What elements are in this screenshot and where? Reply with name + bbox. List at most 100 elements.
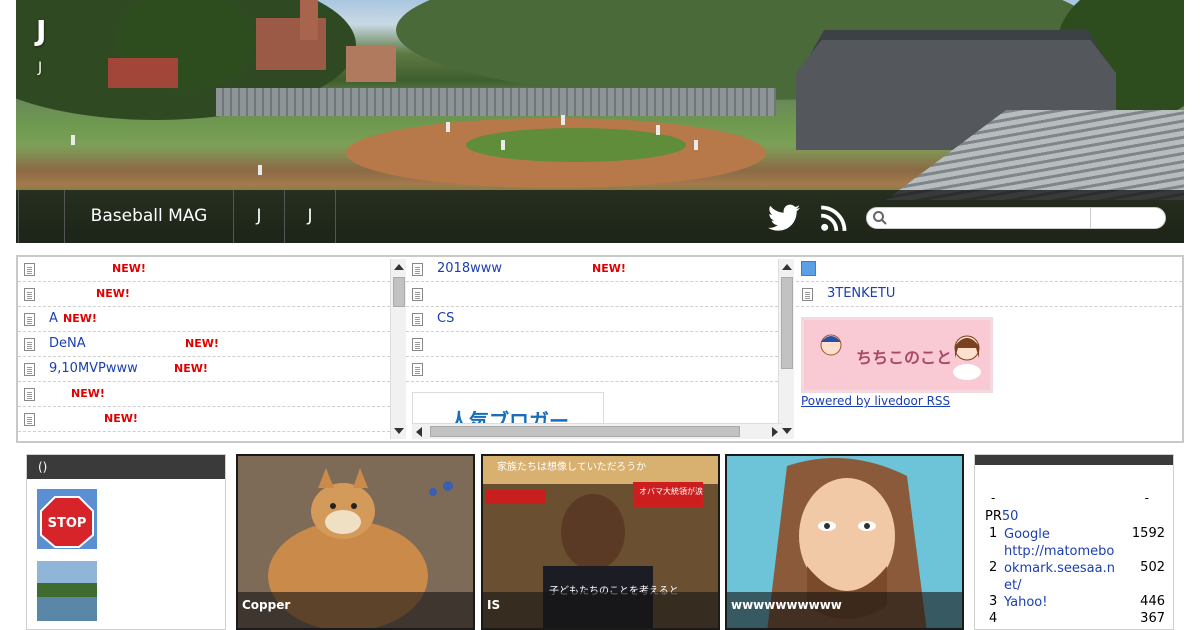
scrollbar-left[interactable] xyxy=(390,259,406,439)
search-input[interactable] xyxy=(892,209,1088,227)
document-icon xyxy=(24,413,35,426)
document-icon xyxy=(24,288,35,301)
pr-count[interactable]: 50 xyxy=(1002,509,1019,524)
new-badge: NEW! xyxy=(185,337,219,350)
rank-count: 1592 xyxy=(1131,526,1165,541)
list-item[interactable]: NEW! xyxy=(18,282,390,307)
list-item[interactable]: 3TENKETU xyxy=(796,282,1182,307)
new-badge: NEW! xyxy=(104,412,138,425)
site-subtitle: J xyxy=(38,60,43,76)
nav-item-home[interactable] xyxy=(18,190,65,243)
list-item[interactable] xyxy=(406,282,778,307)
document-icon xyxy=(412,263,423,276)
feed-link[interactable]: CS xyxy=(437,307,454,331)
site-title[interactable]: J xyxy=(36,14,46,47)
list-item[interactable] xyxy=(406,332,778,357)
scroll-up-icon[interactable] xyxy=(394,264,404,270)
rank-number: 4 xyxy=(989,611,998,626)
list-item[interactable]: DeNA NEW! xyxy=(18,332,390,357)
list-item[interactable]: NEW! xyxy=(18,407,390,432)
rank-count: 502 xyxy=(1140,560,1165,575)
svg-text:STOP: STOP xyxy=(48,516,87,531)
list-item[interactable]: 2018www NEW! xyxy=(406,257,778,282)
document-icon xyxy=(24,263,35,276)
new-badge: NEW! xyxy=(592,262,626,275)
ranking-header-bar xyxy=(975,455,1173,465)
feed-link[interactable]: 3TENKETU xyxy=(827,282,895,306)
rank-number: 2 xyxy=(989,560,998,575)
list-item[interactable] xyxy=(406,357,778,382)
rank-site-link[interactable]: Google xyxy=(1004,526,1129,543)
article-card[interactable]: wwwwwwwwww xyxy=(725,454,964,630)
ranking-column-label: - xyxy=(1144,491,1149,505)
nav-item-j[interactable]: J xyxy=(233,190,285,243)
list-item[interactable]: CS xyxy=(406,307,778,332)
article-card[interactable]: Copper xyxy=(236,454,475,630)
rank-site-link[interactable]: http://matomebo xyxy=(1004,543,1129,560)
antenna-feed-panel: NEW! NEW! A NEW! DeNA NEW! 9,10MVPwww NE… xyxy=(16,255,1184,443)
scroll-thumb[interactable] xyxy=(430,426,740,437)
list-item[interactable]: A NEW! xyxy=(18,307,390,332)
lake-thumbnail[interactable] xyxy=(37,561,97,621)
stop-sign-thumbnail[interactable]: STOP xyxy=(37,489,97,549)
nav-item-baseball-mag[interactable]: Baseball MAG xyxy=(64,190,234,243)
feed-link[interactable]: DeNA xyxy=(49,332,86,356)
chichiko-banner[interactable]: ちちこのこと xyxy=(801,317,993,393)
article-card[interactable]: 家族たちは想像していただろうか オバマ大統領が涙 子どもたちのことを考えると I… xyxy=(481,454,720,630)
document-icon xyxy=(412,363,423,376)
search-divider xyxy=(1090,208,1091,228)
feed-link[interactable]: 9,10MVPwww xyxy=(49,357,138,381)
document-icon xyxy=(24,313,35,326)
feed-link[interactable]: A xyxy=(49,307,58,331)
scroll-thumb[interactable] xyxy=(781,277,793,369)
article-caption: Copper xyxy=(238,592,473,628)
document-icon xyxy=(24,363,35,376)
scroll-down-icon[interactable] xyxy=(394,428,404,434)
document-icon xyxy=(802,288,813,301)
rank-site-link[interactable]: okmark.seesaa.n xyxy=(1004,560,1129,577)
chichiko-banner-text: ちちこのこと xyxy=(856,348,953,367)
feed-reader-icon xyxy=(801,261,816,276)
scroll-down-icon[interactable] xyxy=(782,428,792,434)
livedoor-rss-link[interactable]: Powered by livedoor RSS xyxy=(801,394,950,408)
feed-header-row xyxy=(796,257,1182,282)
new-badge: NEW! xyxy=(174,362,208,375)
ranking-column-label: - xyxy=(991,491,996,505)
image-badge: オバマ大統領が涙 xyxy=(639,487,703,496)
document-icon xyxy=(412,313,423,326)
rank-number: 3 xyxy=(989,594,998,609)
article-caption: IS xyxy=(483,592,718,628)
scroll-right-icon[interactable] xyxy=(772,427,778,437)
widget-title: () xyxy=(27,455,225,479)
twitter-icon[interactable] xyxy=(768,204,800,232)
scroll-thumb[interactable] xyxy=(393,277,405,307)
access-ranking-widget: - - PR50 1 Google 1592 http://matomebo 2… xyxy=(974,454,1174,630)
document-icon xyxy=(412,288,423,301)
list-item[interactable]: NEW! xyxy=(18,382,390,407)
image-headline: 家族たちは想像していただろうか xyxy=(497,462,647,473)
rank-site-link[interactable]: Yahoo! xyxy=(1004,594,1129,611)
rank-number: 1 xyxy=(989,526,998,541)
feed-link[interactable]: 2018www xyxy=(437,257,502,281)
rank-site-link[interactable]: et/ xyxy=(1004,577,1129,594)
horizontal-scrollbar[interactable] xyxy=(412,423,782,439)
list-item[interactable]: NEW! xyxy=(18,257,390,282)
rank-count: 446 xyxy=(1140,594,1165,609)
search-icon xyxy=(873,211,887,225)
scroll-left-icon[interactable] xyxy=(416,427,422,437)
pr-label: PR50 xyxy=(985,509,1018,524)
new-badge: NEW! xyxy=(112,262,146,275)
sidebar-widget: () STOP xyxy=(26,454,226,630)
list-item[interactable]: 9,10MVPwww NEW! xyxy=(18,357,390,382)
scroll-up-icon[interactable] xyxy=(782,264,792,270)
character-icon xyxy=(820,334,842,356)
rank-count: 367 xyxy=(1140,611,1165,626)
rss-icon[interactable] xyxy=(820,204,848,232)
document-icon xyxy=(24,338,35,351)
nav-item-j-2[interactable]: J xyxy=(284,190,336,243)
character-icon xyxy=(953,335,981,380)
scrollbar-middle[interactable] xyxy=(778,259,794,439)
pr-label-text: PR xyxy=(985,509,1002,524)
new-badge: NEW! xyxy=(63,312,97,325)
document-icon xyxy=(412,338,423,351)
